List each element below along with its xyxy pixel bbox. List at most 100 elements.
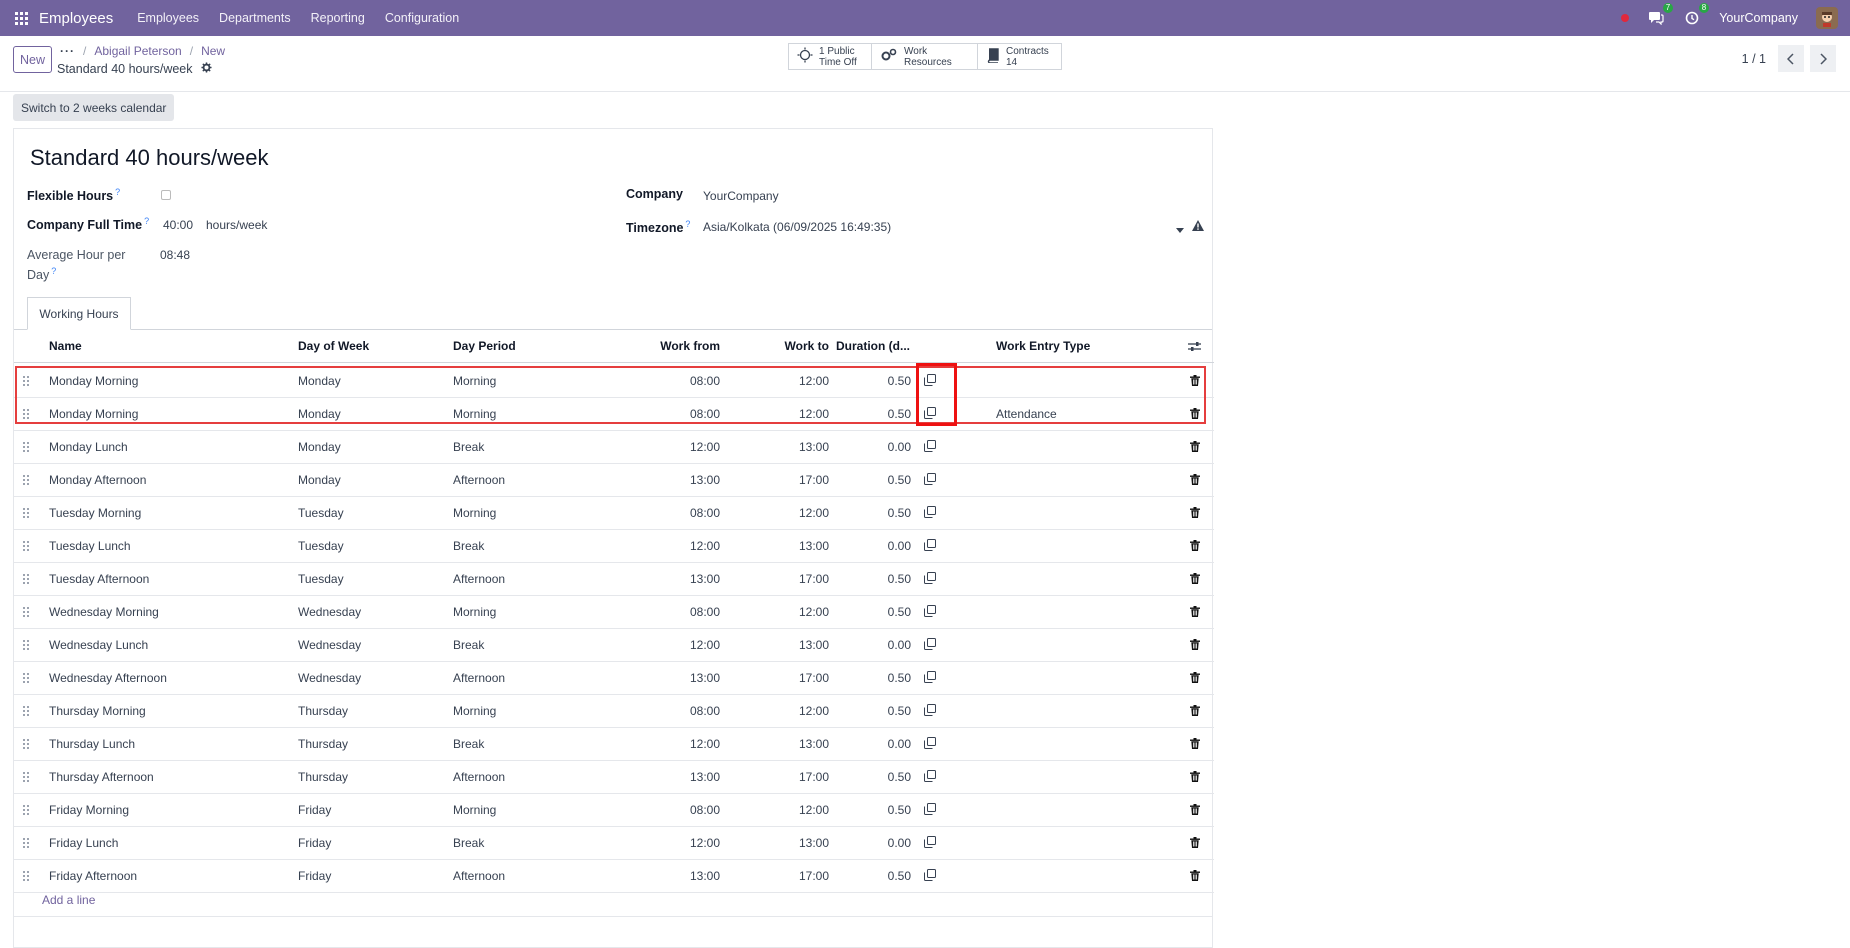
cell-work-to[interactable]: 13:00 <box>734 530 829 562</box>
trash-icon[interactable] <box>1190 408 1200 422</box>
copy-icon[interactable] <box>924 671 936 686</box>
copy-icon[interactable] <box>924 770 936 785</box>
cell-period[interactable]: Break <box>453 629 484 661</box>
menu-departments[interactable]: Departments <box>209 11 301 25</box>
cell-period[interactable]: Afternoon <box>453 464 505 496</box>
table-row[interactable]: Friday Morning Friday Morning 08:00 12:0… <box>14 794 1214 827</box>
cell-name[interactable]: Friday Afternoon <box>49 860 137 892</box>
trash-icon[interactable] <box>1190 672 1200 686</box>
cell-name[interactable]: Monday Morning <box>49 398 138 430</box>
cell-name[interactable]: Monday Morning <box>49 365 138 397</box>
cell-work-from[interactable]: 13:00 <box>614 662 720 694</box>
trash-icon[interactable] <box>1190 375 1200 389</box>
table-row[interactable]: Wednesday Lunch Wednesday Break 12:00 13… <box>14 629 1214 662</box>
cell-name[interactable]: Tuesday Afternoon <box>49 563 149 595</box>
public-time-off-button[interactable]: 1 Public Time Off <box>788 43 872 70</box>
cell-work-from[interactable]: 12:00 <box>614 530 720 562</box>
cell-work-from[interactable]: 08:00 <box>614 365 720 397</box>
breadcrumb-new[interactable]: New <box>201 44 225 58</box>
cell-day[interactable]: Thursday <box>298 728 348 760</box>
trash-icon[interactable] <box>1190 540 1200 554</box>
company-field[interactable]: YourCompany <box>703 189 779 203</box>
table-row[interactable]: Tuesday Lunch Tuesday Break 12:00 13:00 … <box>14 530 1214 563</box>
menu-configuration[interactable]: Configuration <box>375 11 469 25</box>
cell-work-to[interactable]: 12:00 <box>734 497 829 529</box>
user-avatar[interactable] <box>1816 7 1838 29</box>
breadcrumb-employee[interactable]: Abigail Peterson <box>94 44 181 58</box>
cell-period[interactable]: Afternoon <box>453 860 505 892</box>
add-line-link[interactable]: Add a line <box>42 893 95 907</box>
cell-name[interactable]: Tuesday Lunch <box>49 530 131 562</box>
cell-work-to[interactable]: 13:00 <box>734 827 829 859</box>
drag-handle-icon[interactable] <box>23 838 29 848</box>
cell-period[interactable]: Break <box>453 827 484 859</box>
cell-period[interactable]: Afternoon <box>453 761 505 793</box>
chat-icon[interactable]: 7 <box>1647 3 1674 27</box>
cell-duration[interactable]: 0.50 <box>836 794 911 826</box>
cell-name[interactable]: Thursday Morning <box>49 695 146 727</box>
cell-day[interactable]: Tuesday <box>298 497 344 529</box>
cell-name[interactable]: Monday Lunch <box>49 431 128 463</box>
cell-duration[interactable]: 0.00 <box>836 827 911 859</box>
cell-period[interactable]: Break <box>453 728 484 760</box>
cell-name[interactable]: Wednesday Lunch <box>49 629 148 661</box>
cell-duration[interactable]: 0.50 <box>836 860 911 892</box>
table-row[interactable]: Monday Afternoon Monday Afternoon 13:00 … <box>14 464 1214 497</box>
cell-duration[interactable]: 0.50 <box>836 398 911 430</box>
drag-handle-icon[interactable] <box>23 772 29 782</box>
optional-columns-icon[interactable] <box>1188 330 1201 362</box>
cell-day[interactable]: Thursday <box>298 695 348 727</box>
cell-duration[interactable]: 0.50 <box>836 365 911 397</box>
trash-icon[interactable] <box>1190 738 1200 752</box>
cell-day[interactable]: Monday <box>298 365 341 397</box>
menu-reporting[interactable]: Reporting <box>301 11 375 25</box>
cell-period[interactable]: Morning <box>453 398 496 430</box>
app-brand[interactable]: Employees <box>39 10 113 27</box>
cell-period[interactable]: Afternoon <box>453 563 505 595</box>
cell-work-from[interactable]: 08:00 <box>614 497 720 529</box>
trash-icon[interactable] <box>1190 804 1200 818</box>
cell-work-to[interactable]: 17:00 <box>734 662 829 694</box>
cell-duration[interactable]: 0.50 <box>836 662 911 694</box>
header-day-of-week[interactable]: Day of Week <box>298 330 369 362</box>
cell-duration[interactable]: 0.50 <box>836 695 911 727</box>
cell-work-from[interactable]: 12:00 <box>614 827 720 859</box>
cell-day[interactable]: Monday <box>298 398 341 430</box>
cell-day[interactable]: Monday <box>298 464 341 496</box>
gear-icon[interactable] <box>200 62 212 76</box>
apps-menu-icon[interactable] <box>3 0 39 36</box>
cell-name[interactable]: Friday Morning <box>49 794 129 826</box>
cell-name[interactable]: Thursday Lunch <box>49 728 135 760</box>
trash-icon[interactable] <box>1190 573 1200 587</box>
cell-duration[interactable]: 0.50 <box>836 563 911 595</box>
timezone-dropdown-icon[interactable] <box>1176 223 1184 237</box>
trash-icon[interactable] <box>1190 870 1200 884</box>
copy-icon[interactable] <box>924 407 936 422</box>
cell-name[interactable]: Thursday Afternoon <box>49 761 154 793</box>
cell-work-from[interactable]: 13:00 <box>614 563 720 595</box>
new-button[interactable]: New <box>13 46 52 73</box>
cell-period[interactable]: Morning <box>453 497 496 529</box>
cell-work-to[interactable]: 13:00 <box>734 629 829 661</box>
cell-work-to[interactable]: 12:00 <box>734 596 829 628</box>
company-full-time-input[interactable]: 40:00 <box>163 218 193 232</box>
pager-next-icon[interactable] <box>1810 45 1836 72</box>
copy-icon[interactable] <box>924 836 936 851</box>
breadcrumb-more-icon[interactable]: ··· <box>60 44 75 58</box>
drag-handle-icon[interactable] <box>23 541 29 551</box>
cell-work-to[interactable]: 13:00 <box>734 431 829 463</box>
cell-name[interactable]: Wednesday Morning <box>49 596 159 628</box>
copy-icon[interactable] <box>924 605 936 620</box>
trash-icon[interactable] <box>1190 474 1200 488</box>
cell-day[interactable]: Thursday <box>298 761 348 793</box>
cell-work-from[interactable]: 12:00 <box>614 629 720 661</box>
drag-handle-icon[interactable] <box>23 640 29 650</box>
header-work-entry-type[interactable]: Work Entry Type <box>996 330 1090 362</box>
table-row[interactable]: Monday Morning Monday Morning 08:00 12:0… <box>14 398 1214 431</box>
flexible-hours-checkbox[interactable] <box>161 190 171 200</box>
cell-day[interactable]: Monday <box>298 431 341 463</box>
cell-duration[interactable]: 0.50 <box>836 761 911 793</box>
drag-handle-icon[interactable] <box>23 607 29 617</box>
trash-icon[interactable] <box>1190 606 1200 620</box>
drag-handle-icon[interactable] <box>23 475 29 485</box>
